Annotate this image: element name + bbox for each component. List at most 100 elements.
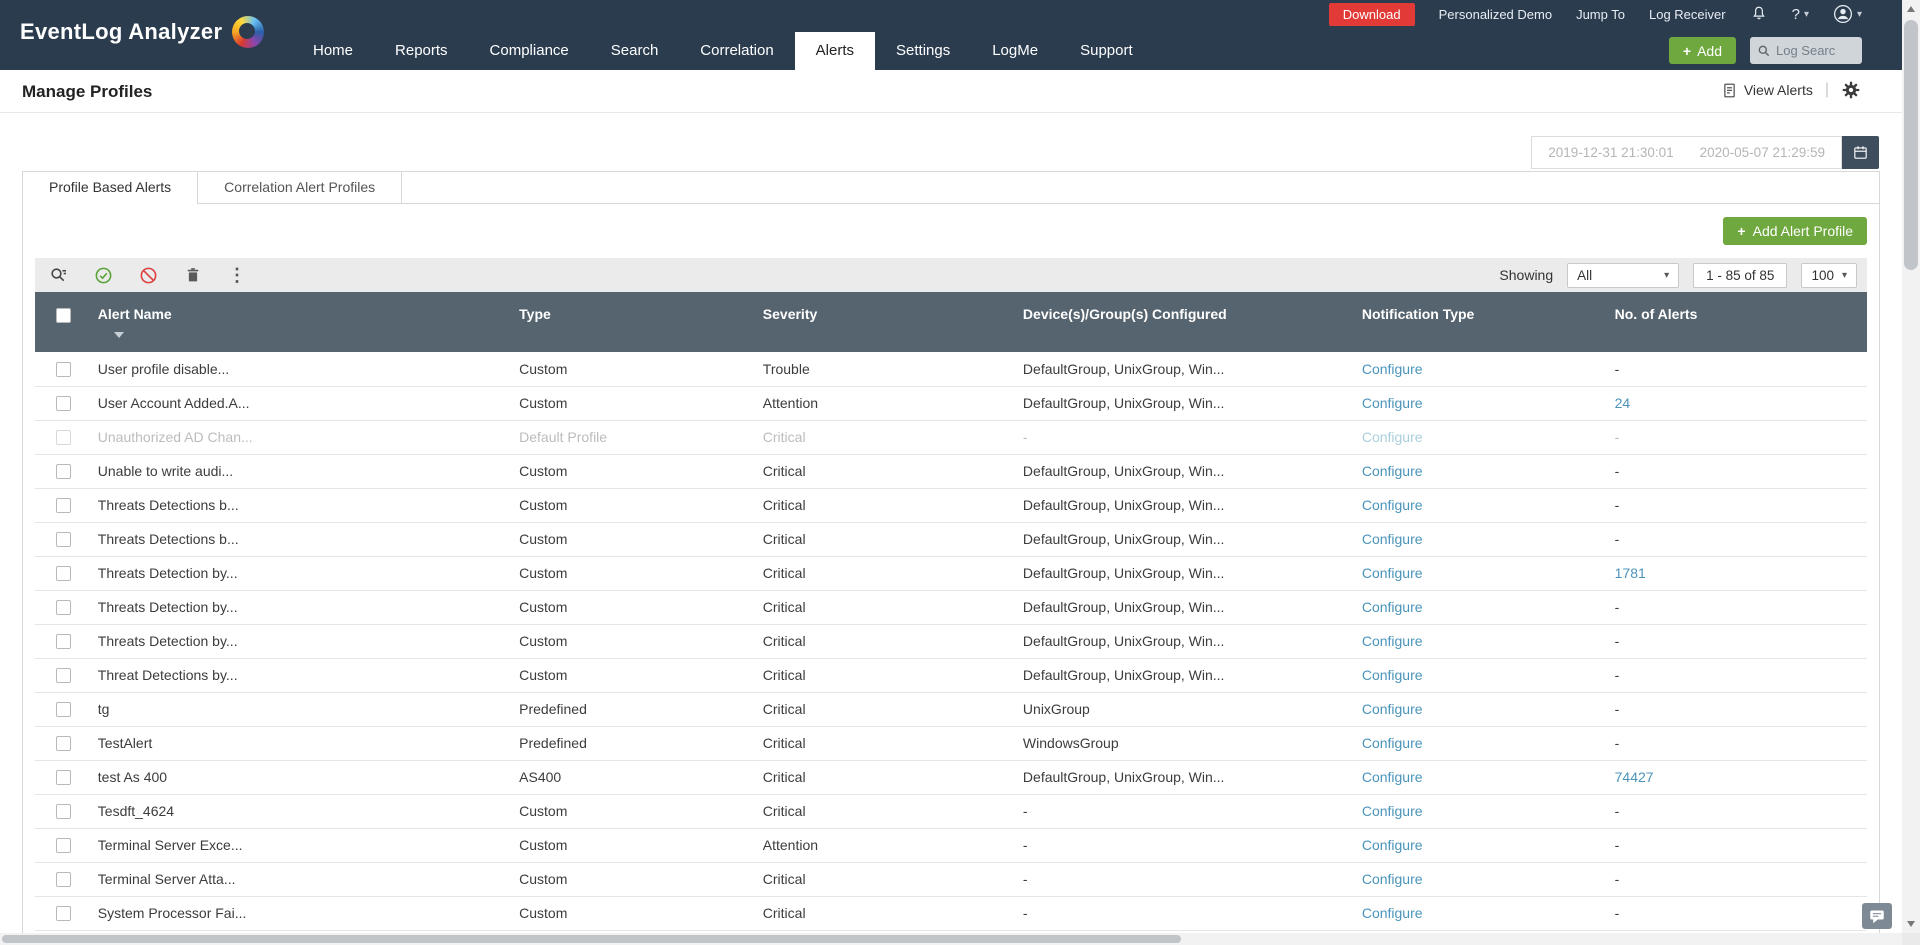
user-menu-button[interactable]: ▾ — [1833, 4, 1862, 24]
alert-count-cell[interactable]: 74427 — [1608, 760, 1867, 795]
nav-item-alerts[interactable]: Alerts — [794, 32, 876, 70]
configure-link[interactable]: Configure — [1362, 837, 1423, 853]
row-checkbox[interactable] — [55, 396, 71, 412]
date-range-field[interactable]: 2019-12-31 21:30:01 2020-05-07 21:29:59 — [1531, 136, 1842, 169]
view-alerts-button[interactable]: View Alerts — [1721, 82, 1813, 99]
alert-count-cell[interactable]: 1781 — [1608, 556, 1867, 591]
horizontal-scrollbar[interactable] — [0, 933, 1902, 945]
configure-link[interactable]: Configure — [1362, 463, 1423, 479]
nav-item-search[interactable]: Search — [590, 32, 680, 70]
page-size-select[interactable]: 100 ▾ — [1801, 262, 1857, 288]
column-header-alert-name[interactable]: Alert Name — [91, 292, 514, 352]
column-header-notification-type[interactable]: Notification Type — [1355, 292, 1609, 352]
row-checkbox[interactable] — [55, 498, 71, 514]
row-checkbox[interactable] — [55, 600, 71, 616]
scroll-up-arrow-icon[interactable] — [1907, 6, 1915, 12]
alert-name-cell[interactable]: TestAlert — [91, 726, 514, 761]
download-button[interactable]: Download — [1328, 2, 1415, 26]
column-header-devices[interactable]: Device(s)/Group(s) Configured — [1016, 292, 1356, 352]
nav-item-support[interactable]: Support — [1059, 32, 1154, 70]
row-checkbox[interactable] — [55, 906, 71, 922]
column-header-no-of-alerts[interactable]: No. of Alerts — [1608, 292, 1867, 352]
notification-bell-button[interactable] — [1750, 5, 1768, 23]
alert-name-cell[interactable]: Tesdft_4624 — [91, 794, 514, 829]
nav-item-home[interactable]: Home — [292, 32, 374, 70]
vertical-scrollbar-thumb[interactable] — [1904, 20, 1918, 270]
nav-item-reports[interactable]: Reports — [374, 32, 469, 70]
more-actions-button[interactable]: ⋮ — [228, 266, 246, 284]
column-search-button[interactable] — [49, 266, 68, 285]
configure-link[interactable]: Configure — [1362, 667, 1423, 683]
add-alert-profile-button[interactable]: + Add Alert Profile — [1723, 217, 1867, 245]
row-checkbox[interactable] — [55, 532, 71, 548]
alert-name-cell[interactable]: User profile disable... — [91, 352, 514, 387]
nav-item-compliance[interactable]: Compliance — [469, 32, 590, 70]
alert-name-cell[interactable]: Threats Detection by... — [91, 590, 514, 625]
alert-name-cell[interactable]: Threat Detections by... — [91, 658, 514, 693]
disable-alerts-button[interactable] — [139, 266, 158, 285]
row-checkbox[interactable] — [55, 430, 71, 446]
alert-name-cell[interactable]: Unable to write audi... — [91, 454, 514, 489]
help-menu-button[interactable]: ? ▾ — [1792, 6, 1809, 23]
log-search-input[interactable] — [1776, 43, 1854, 58]
row-checkbox[interactable] — [55, 362, 71, 378]
log-receiver-link[interactable]: Log Receiver — [1649, 7, 1726, 22]
alert-name-cell[interactable]: tg — [91, 692, 514, 727]
nav-item-settings[interactable]: Settings — [875, 32, 971, 70]
tab-profile-based-alerts[interactable]: Profile Based Alerts — [23, 172, 199, 204]
row-checkbox[interactable] — [55, 464, 71, 480]
alert-name-cell[interactable]: Unauthorized AD Chan... — [91, 420, 514, 455]
row-checkbox[interactable] — [55, 770, 71, 786]
row-checkbox[interactable] — [55, 872, 71, 888]
scroll-down-arrow-icon[interactable] — [1907, 921, 1915, 927]
enable-alerts-button[interactable] — [94, 266, 113, 285]
configure-link[interactable]: Configure — [1362, 633, 1423, 649]
configure-link[interactable]: Configure — [1362, 531, 1423, 547]
calendar-button[interactable] — [1842, 136, 1879, 169]
brand-logo[interactable]: EventLog Analyzer — [20, 16, 265, 48]
alert-name-cell[interactable]: test As 400 — [91, 760, 514, 795]
horizontal-scrollbar-thumb[interactable] — [2, 935, 1182, 943]
configure-link[interactable]: Configure — [1362, 769, 1423, 785]
alert-count-cell[interactable]: 24 — [1608, 386, 1867, 421]
showing-filter-select[interactable]: All ▾ — [1567, 262, 1680, 288]
column-header-severity[interactable]: Severity — [756, 292, 1017, 352]
quick-add-button[interactable]: + Add — [1668, 37, 1736, 64]
log-search-box[interactable] — [1750, 37, 1862, 64]
alert-name-cell[interactable]: Threats Detection by... — [91, 556, 514, 591]
row-checkbox[interactable] — [55, 668, 71, 684]
feedback-chat-button[interactable] — [1862, 903, 1892, 929]
row-checkbox[interactable] — [55, 702, 71, 718]
tab-correlation-alert-profiles[interactable]: Correlation Alert Profiles — [198, 172, 403, 204]
configure-link[interactable]: Configure — [1362, 599, 1423, 615]
alert-name-cell[interactable]: System Processor Fai... — [91, 896, 514, 931]
configure-link[interactable]: Configure — [1362, 735, 1423, 751]
settings-gear-button[interactable] — [1841, 80, 1861, 100]
nav-item-logme[interactable]: LogMe — [971, 32, 1059, 70]
alert-name-cell[interactable]: User Account Added.A... — [91, 386, 514, 421]
vertical-scrollbar[interactable] — [1902, 0, 1920, 933]
configure-link[interactable]: Configure — [1362, 395, 1423, 411]
row-checkbox[interactable] — [55, 804, 71, 820]
row-checkbox[interactable] — [55, 566, 71, 582]
row-checkbox[interactable] — [55, 634, 71, 650]
configure-link[interactable]: Configure — [1362, 497, 1423, 513]
configure-link[interactable]: Configure — [1362, 871, 1423, 887]
alert-name-cell[interactable]: Terminal Server Exce... — [91, 828, 514, 863]
jump-to-link[interactable]: Jump To — [1576, 7, 1625, 22]
configure-link[interactable]: Configure — [1362, 429, 1423, 445]
alert-name-cell[interactable]: Threats Detection by... — [91, 624, 514, 659]
alert-name-cell[interactable]: Threats Detections b... — [91, 522, 514, 557]
configure-link[interactable]: Configure — [1362, 803, 1423, 819]
delete-alerts-button[interactable] — [184, 266, 202, 284]
column-header-type[interactable]: Type — [513, 292, 757, 352]
row-checkbox[interactable] — [55, 736, 71, 752]
nav-item-correlation[interactable]: Correlation — [679, 32, 794, 70]
configure-link[interactable]: Configure — [1362, 701, 1423, 717]
select-all-checkbox[interactable] — [55, 307, 71, 323]
alert-name-cell[interactable]: Terminal Server Atta... — [91, 862, 514, 897]
configure-link[interactable]: Configure — [1362, 361, 1423, 377]
configure-link[interactable]: Configure — [1362, 905, 1423, 921]
alert-name-cell[interactable]: Threats Detections b... — [91, 488, 514, 523]
personalized-demo-link[interactable]: Personalized Demo — [1439, 7, 1552, 22]
